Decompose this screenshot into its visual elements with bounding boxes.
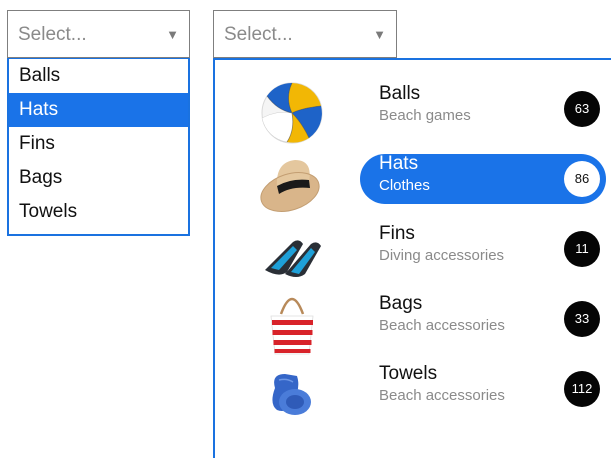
item-name: Towels xyxy=(379,363,438,384)
simple-select-box[interactable]: Select... ▼ xyxy=(7,10,190,58)
towel-icon xyxy=(272,374,311,415)
count-badge: 33 xyxy=(564,301,600,337)
simple-dropdown-list: Balls Hats Fins Bags Towels xyxy=(7,58,190,236)
list-item-balls[interactable]: Balls xyxy=(9,59,188,93)
bag-icon xyxy=(270,297,314,355)
count-badge: 11 xyxy=(564,231,600,267)
list-item-bags[interactable]: Bags xyxy=(9,161,188,195)
item-name: Bags xyxy=(379,293,423,314)
rich-item-bags[interactable]: Bags Beach accessories 33 xyxy=(215,288,611,358)
fins-icon xyxy=(265,240,321,277)
item-name: Hats xyxy=(379,153,419,174)
item-category: Beach accessories xyxy=(379,387,505,404)
count-badge: 112 xyxy=(564,371,600,407)
dropdown-arrow-icon[interactable]: ▼ xyxy=(166,27,179,43)
item-name: Balls xyxy=(379,83,421,104)
list-item-fins[interactable]: Fins xyxy=(9,127,188,161)
dropdown-arrow-icon[interactable]: ▼ xyxy=(373,27,386,43)
item-category: Diving accessories xyxy=(379,247,505,264)
simple-select-placeholder: Select... xyxy=(18,24,87,45)
rich-item-towels[interactable]: Towels Beach accessories 112 xyxy=(215,358,611,428)
rich-select-box[interactable]: Select... ▼ xyxy=(213,10,397,58)
rich-select-placeholder: Select... xyxy=(224,24,293,45)
item-category: Beach accessories xyxy=(379,317,505,334)
rich-item-hats[interactable]: Hats Clothes 86 xyxy=(215,148,611,218)
hat-icon xyxy=(260,160,320,212)
rich-item-balls[interactable]: Balls Beach games 63 xyxy=(215,78,611,148)
list-item-towels[interactable]: Towels xyxy=(9,195,188,229)
item-category: Beach games xyxy=(379,107,471,124)
count-badge: 63 xyxy=(564,91,600,127)
item-name: Fins xyxy=(379,223,415,244)
rich-item-fins[interactable]: Fins Diving accessories 11 xyxy=(215,218,611,288)
list-item-hats[interactable]: Hats xyxy=(9,93,188,127)
item-category: Clothes xyxy=(379,177,430,194)
volleyball-icon xyxy=(261,82,323,144)
rich-dropdown-list: Balls Beach games 63 Hats Clothes 86 Fin… xyxy=(213,58,611,458)
count-badge: 86 xyxy=(564,161,600,197)
